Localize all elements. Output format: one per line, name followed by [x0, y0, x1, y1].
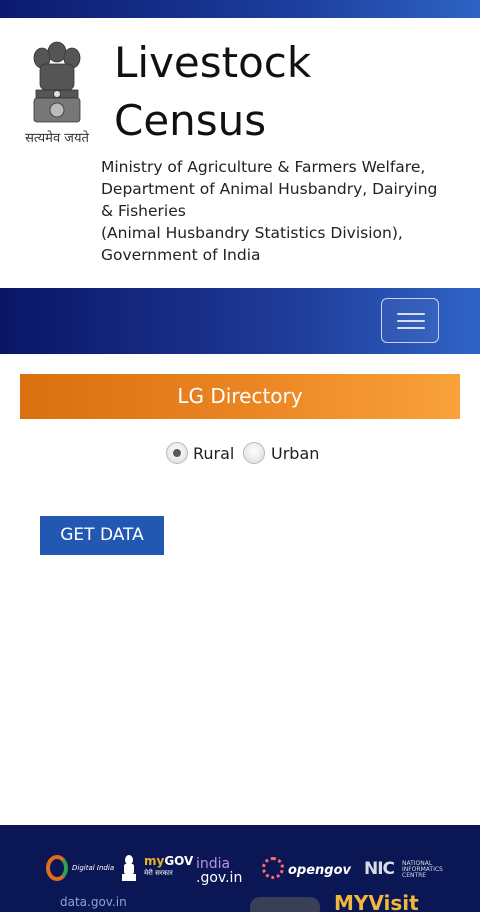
lg-directory-banner: LG Directory — [20, 374, 460, 419]
radio-urban-label[interactable]: Urban — [271, 444, 319, 463]
india-gov-text-a: india — [196, 856, 231, 872]
ministry-line: & Fisheries — [101, 202, 186, 220]
ministry-line: (Animal Husbandry Statistics Division), — [101, 224, 403, 242]
ministry-line: Department of Animal Husbandry, Dairying — [101, 180, 438, 198]
get-data-button[interactable]: GET DATA — [40, 516, 164, 555]
footer-logos: Digital India myGOV मेरी सरकार india .go… — [0, 825, 480, 912]
ministry-description: Ministry of Agriculture & Farmers Welfar… — [101, 156, 461, 266]
area-type-radio-group: Rural Urban — [0, 440, 480, 470]
ashoka-emblem-icon — [33, 41, 81, 123]
emblem-motto: सत्यमेव जयते — [25, 131, 89, 146]
nic-logo[interactable]: NIC NATIONAL INFORMATICS CENTRE — [364, 859, 454, 879]
top-strip — [0, 0, 480, 18]
radio-urban[interactable] — [243, 442, 265, 464]
myvisit-logo[interactable]: MYVisit — [334, 891, 419, 912]
nic-subtext: NATIONAL INFORMATICS CENTRE — [402, 861, 443, 879]
menu-bar — [397, 313, 425, 315]
main-navbar — [0, 288, 480, 354]
nic-subtext-line: CENTRE — [402, 872, 427, 879]
nic-text: NIC — [364, 859, 395, 879]
national-emblem: सत्यमेव जयते — [18, 38, 96, 150]
data-gov-logo[interactable]: data.gov.in — [60, 895, 127, 909]
ministry-line: Government of India — [101, 246, 261, 264]
digital-india-icon — [46, 855, 68, 881]
title-line-2: Census — [114, 96, 267, 145]
digital-india-text: Digital India — [72, 864, 115, 872]
opengov-logo[interactable]: opengov — [262, 857, 352, 881]
title-line-1: Livestock — [114, 38, 312, 87]
mygov-my: my — [144, 854, 165, 868]
footer-emblem-logo[interactable] — [120, 855, 138, 883]
radio-rural-label[interactable]: Rural — [193, 444, 234, 463]
menu-bar — [397, 320, 425, 322]
india-gov-logo[interactable]: india .gov.in — [196, 857, 242, 885]
opengov-text: opengov — [288, 863, 352, 878]
site-header: सत्यमेव जयते Livestock Census Ministry o… — [0, 18, 480, 288]
digital-india-logo[interactable]: Digital India — [46, 855, 114, 885]
opengov-icon — [262, 857, 284, 879]
emblem-small-icon — [122, 855, 136, 881]
site-title: Livestock Census — [114, 34, 454, 150]
mygov-gov: GOV — [164, 854, 194, 868]
mygov-logo[interactable]: myGOV मेरी सरकार — [144, 855, 193, 879]
india-gov-text-b: .gov.in — [196, 870, 243, 886]
hamburger-menu-button[interactable] — [381, 298, 439, 343]
make-in-india-logo[interactable] — [250, 897, 320, 912]
mygov-subtitle: मेरी सरकार — [144, 869, 173, 877]
menu-bar — [397, 327, 425, 329]
radio-rural[interactable] — [166, 442, 188, 464]
ministry-line: Ministry of Agriculture & Farmers Welfar… — [101, 158, 426, 176]
